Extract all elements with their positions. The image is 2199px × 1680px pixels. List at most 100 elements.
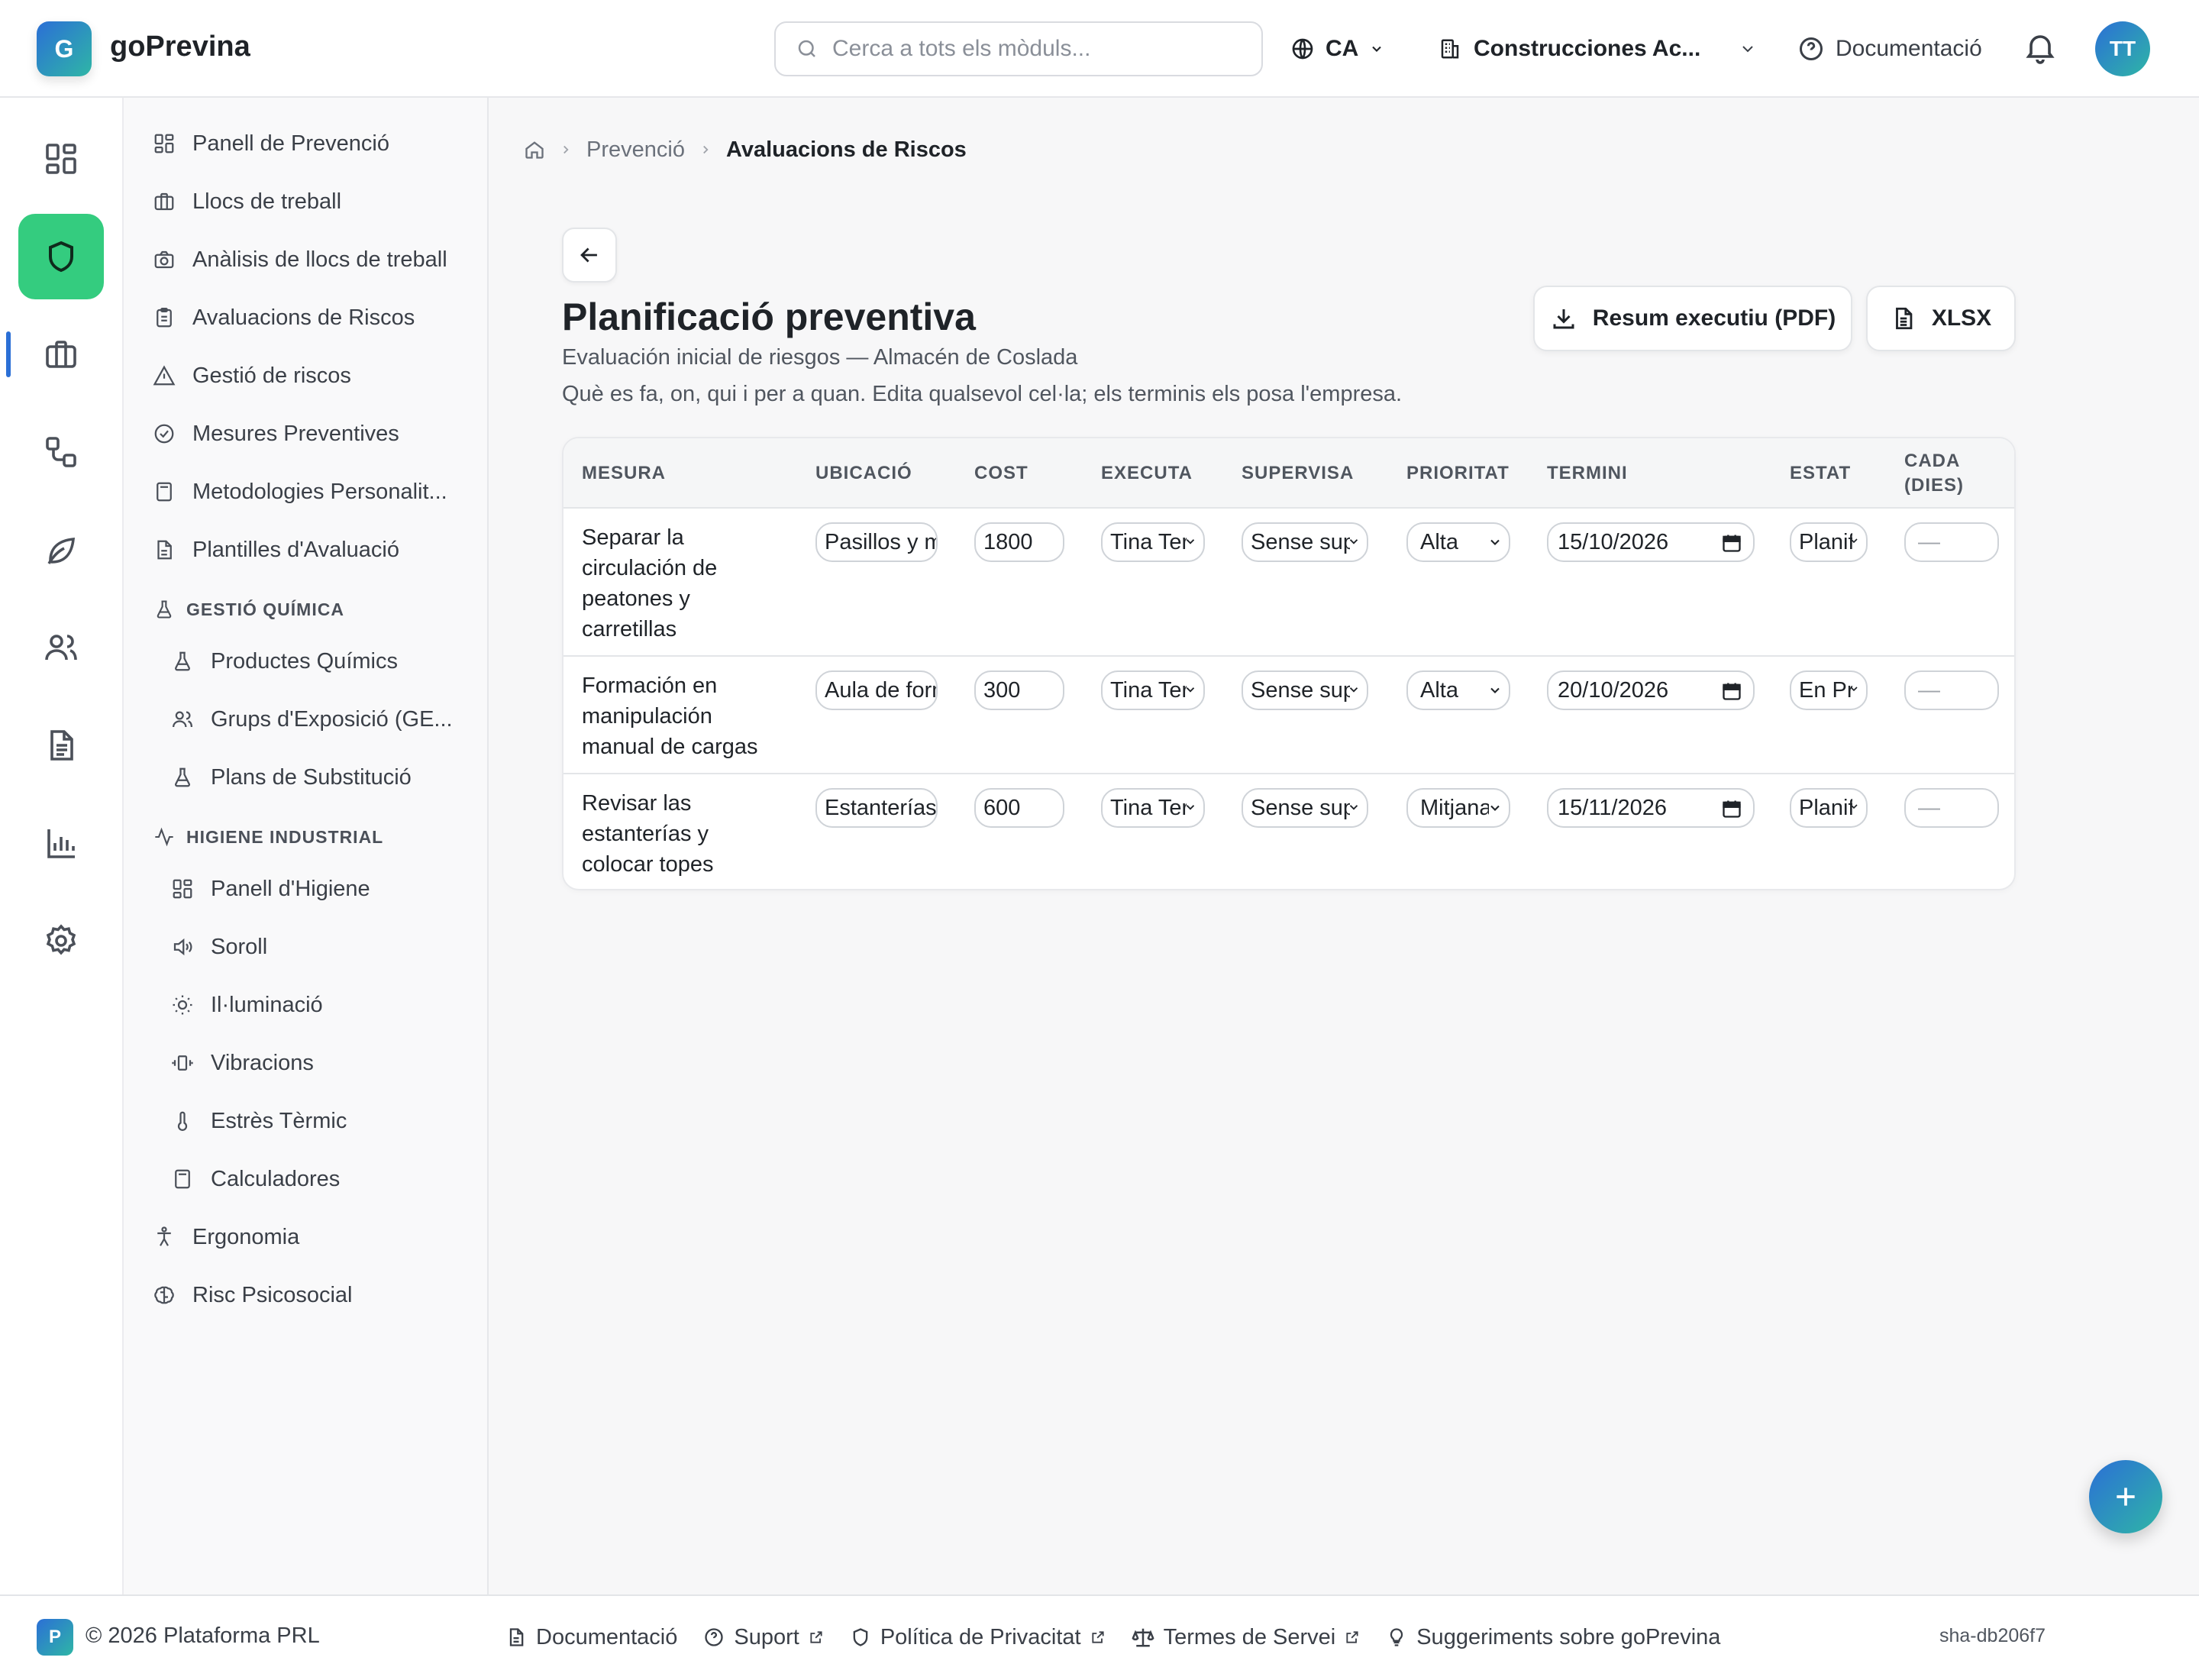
sidebar-item-noise[interactable]: Soroll — [170, 926, 267, 968]
prevention-sidebar: Panell de Prevenció Llocs de treball Anà… — [124, 98, 489, 1594]
column-header-location[interactable]: UBICACIÓ — [815, 461, 912, 486]
documentation-link[interactable]: Documentació — [1797, 27, 1982, 70]
column-header-status[interactable]: ESTAT — [1790, 461, 1851, 486]
user-avatar[interactable]: TT — [2095, 21, 2150, 76]
priority-select[interactable]: Mitjana — [1406, 788, 1510, 828]
status-select[interactable]: Planificada — [1790, 788, 1868, 828]
rail-briefcase-icon[interactable] — [18, 312, 104, 397]
location-input[interactable]: Aula de formación — [815, 670, 938, 710]
column-header-measure[interactable]: MESURA — [582, 461, 666, 486]
rail-settings-gear-icon[interactable] — [18, 898, 104, 984]
search-icon — [796, 37, 819, 60]
measure-text[interactable]: Revisar las estanterías y colocar topes — [582, 788, 780, 880]
sidebar-item-substitution-plans[interactable]: Plans de Substitució — [170, 756, 412, 799]
supervisor-select[interactable]: Sense supervisor — [1242, 670, 1368, 710]
app-name[interactable]: goPrevina — [110, 31, 250, 63]
rail-dashboard-icon[interactable] — [18, 116, 104, 202]
export-xlsx-label: XLSX — [1931, 305, 1992, 331]
sidebar-item-hygiene-dashboard[interactable]: Panell d'Higiene — [170, 867, 370, 910]
sidebar-item-thermal-stress[interactable]: Estrès Tèrmic — [170, 1100, 347, 1142]
rail-shield-icon[interactable] — [18, 214, 104, 299]
deadline-date-input[interactable]: 15/10/2026 — [1547, 522, 1755, 562]
back-button[interactable] — [562, 228, 617, 283]
sidebar-item-chemical-products[interactable]: Productes Químics — [170, 640, 398, 683]
calendar-icon[interactable] — [1721, 798, 1742, 819]
sidebar-item-label: Grups d'Exposició (GE... — [211, 706, 453, 732]
footer-link-suggestions[interactable]: Suggeriments sobre goPrevina — [1386, 1625, 1720, 1650]
notifications-bell-icon[interactable] — [2022, 29, 2059, 66]
column-header-cost[interactable]: COST — [974, 461, 1028, 486]
sidebar-item-psychosocial-risk[interactable]: Risc Psicosocial — [151, 1274, 353, 1317]
sidebar-item-prevention-dashboard[interactable]: Panell de Prevenció — [151, 122, 389, 165]
sidebar-item-preventive-measures[interactable]: Mesures Preventives — [151, 412, 399, 455]
location-input[interactable]: Pasillos y muelles — [815, 522, 938, 562]
measure-text[interactable]: Formación en manipulación manual de carg… — [582, 670, 780, 762]
sidebar-item-workplace-analysis[interactable]: Anàlisis de llocs de treball — [151, 238, 447, 281]
column-header-frequency[interactable]: CADA (DIES) — [1904, 449, 1964, 498]
footer-link-support[interactable]: Suport — [703, 1625, 823, 1650]
app-logo[interactable]: G — [37, 21, 92, 76]
company-selector[interactable]: Construcciones Ac... — [1439, 27, 1757, 70]
column-header-deadline[interactable]: TERMINI — [1547, 461, 1628, 486]
sidebar-item-workplaces[interactable]: Llocs de treball — [151, 180, 341, 223]
measure-text[interactable]: Separar la circulación de peatones y car… — [582, 522, 780, 645]
export-pdf-button[interactable]: Resum executiu (PDF) — [1533, 286, 1852, 351]
executor-value: Tina Ter — [1110, 529, 1187, 554]
language-selector[interactable]: CA — [1290, 27, 1384, 70]
building-icon — [151, 190, 177, 213]
location-input[interactable]: Estanterías — [815, 788, 938, 828]
column-header-frequency-line1: CADA — [1904, 451, 1961, 471]
frequency-days-input[interactable]: — — [1904, 788, 1999, 828]
dashboard-icon — [170, 877, 195, 900]
deadline-date-input[interactable]: 15/11/2026 — [1547, 788, 1755, 828]
sidebar-item-risk-management[interactable]: Gestió de riscos — [151, 354, 351, 397]
rail-document-icon[interactable] — [18, 703, 104, 788]
sidebar-item-exposure-groups[interactable]: Grups d'Exposició (GE... — [170, 698, 453, 741]
column-header-priority[interactable]: PRIORITAT — [1406, 461, 1510, 486]
calendar-icon[interactable] — [1721, 680, 1742, 702]
footer-link-terms[interactable]: Termes de Servei — [1132, 1625, 1361, 1650]
sidebar-item-vibrations[interactable]: Vibracions — [170, 1042, 314, 1084]
sidebar-item-custom-methodologies[interactable]: Metodologies Personalit... — [151, 470, 447, 513]
cost-input[interactable]: 1800 — [974, 522, 1064, 562]
sidebar-item-assessment-templates[interactable]: Plantilles d'Avaluació — [151, 528, 399, 571]
table-row: Formación en manipulación manual de carg… — [563, 657, 2014, 774]
status-select[interactable]: En Procés — [1790, 670, 1868, 710]
deadline-date-input[interactable]: 20/10/2026 — [1547, 670, 1755, 710]
search-input[interactable] — [832, 36, 1245, 62]
rail-leaf-icon[interactable] — [18, 507, 104, 593]
footer-link-documentation[interactable]: Documentació — [505, 1625, 677, 1650]
sidebar-item-lighting[interactable]: Il·luminació — [170, 984, 323, 1026]
cost-input[interactable]: 300 — [974, 670, 1064, 710]
footer-link-privacy[interactable]: Política de Privacitat — [850, 1625, 1106, 1650]
supervisor-select[interactable]: Sense supervisor — [1242, 522, 1368, 562]
column-header-executes[interactable]: EXECUTA — [1101, 461, 1193, 486]
executor-select[interactable]: Tina Ter — [1101, 670, 1205, 710]
add-measure-fab-button[interactable] — [2089, 1460, 2162, 1533]
sidebar-item-label: Metodologies Personalit... — [192, 479, 447, 504]
home-icon[interactable] — [524, 139, 545, 160]
global-search[interactable] — [774, 21, 1263, 76]
breadcrumb-parent[interactable]: Prevenció — [586, 137, 685, 163]
section-chemical-management: GESTIÓ QUÍMICA — [151, 593, 344, 626]
frequency-days-input[interactable]: — — [1904, 522, 1999, 562]
frequency-days-input[interactable]: — — [1904, 670, 1999, 710]
supervisor-select[interactable]: Sense supervisor — [1242, 788, 1368, 828]
status-select[interactable]: Planificada — [1790, 522, 1868, 562]
export-xlsx-button[interactable]: XLSX — [1866, 286, 2016, 351]
sidebar-item-risk-assessments[interactable]: Avaluacions de Riscos — [151, 296, 415, 339]
sidebar-item-calculators[interactable]: Calculadores — [170, 1158, 340, 1200]
calendar-icon[interactable] — [1721, 532, 1742, 554]
rail-chart-icon[interactable] — [18, 800, 104, 886]
rail-users-icon[interactable] — [18, 605, 104, 690]
rail-shapes-icon[interactable] — [18, 409, 104, 495]
chevron-down-icon — [1369, 41, 1384, 57]
executor-select[interactable]: Tina Ter — [1101, 522, 1205, 562]
sidebar-item-ergonomics[interactable]: Ergonomia — [151, 1216, 299, 1258]
executor-select[interactable]: Tina Ter — [1101, 788, 1205, 828]
priority-select[interactable]: Alta — [1406, 522, 1510, 562]
column-header-supervises[interactable]: SUPERVISA — [1242, 461, 1354, 486]
priority-select[interactable]: Alta — [1406, 670, 1510, 710]
cost-input[interactable]: 600 — [974, 788, 1064, 828]
frequency-placeholder: — — [1918, 529, 1940, 554]
